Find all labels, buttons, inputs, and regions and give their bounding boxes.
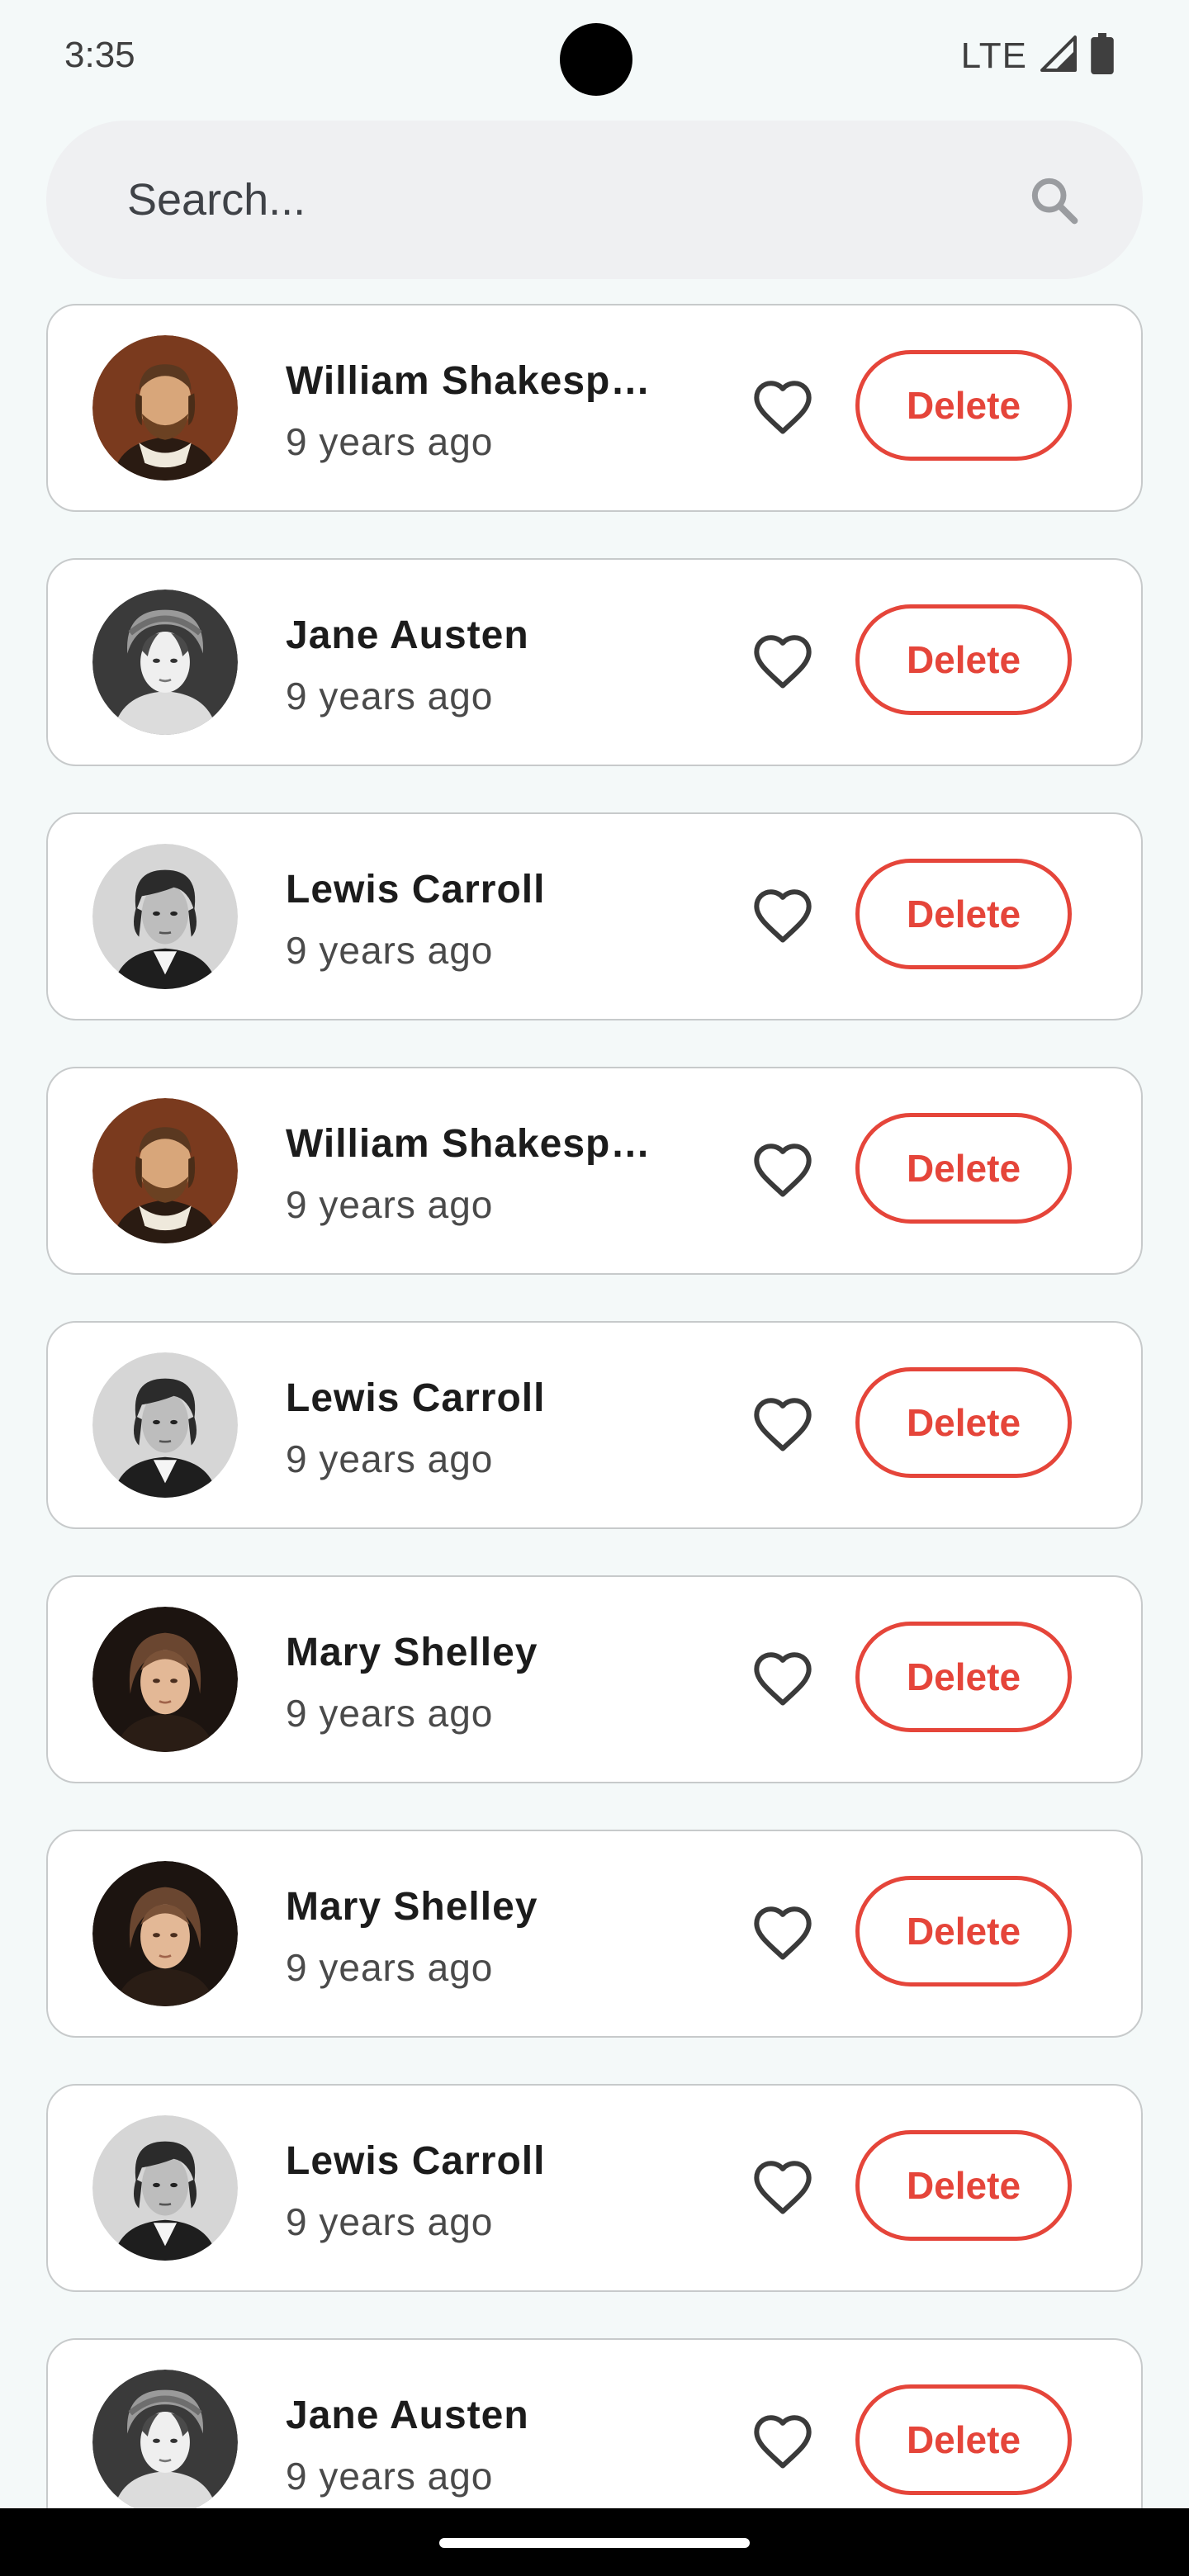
timestamp: 9 years ago <box>286 1692 494 1735</box>
author-card[interactable]: Jane Austen 9 years ago Delete <box>46 558 1143 766</box>
author-name: Mary Shelley <box>286 1631 538 1674</box>
author-card[interactable]: Mary Shelley 9 years ago Delete <box>46 1830 1143 2038</box>
author-name: Lewis Carroll <box>286 2139 546 2183</box>
search-input[interactable] <box>127 121 953 279</box>
timestamp: 9 years ago <box>286 2200 494 2243</box>
delete-button[interactable]: Delete <box>855 1876 1072 1986</box>
avatar <box>92 1352 238 1498</box>
avatar <box>92 590 238 735</box>
heart-icon[interactable] <box>751 2411 814 2474</box>
status-icons: LTE <box>961 33 1115 78</box>
heart-icon[interactable] <box>751 1139 814 1202</box>
heart-icon[interactable] <box>751 2157 814 2219</box>
avatar <box>92 1861 238 2006</box>
heart-icon[interactable] <box>751 1394 814 1456</box>
search-bar[interactable] <box>46 121 1143 279</box>
author-card[interactable]: William Shakespe… 9 years ago Delete <box>46 1067 1143 1275</box>
author-name: Lewis Carroll <box>286 1376 546 1420</box>
avatar <box>92 335 238 481</box>
author-name: Mary Shelley <box>286 1885 538 1929</box>
author-card[interactable]: Mary Shelley 9 years ago Delete <box>46 1575 1143 1783</box>
delete-button[interactable]: Delete <box>855 350 1072 461</box>
heart-icon[interactable] <box>751 376 814 439</box>
author-card[interactable]: Lewis Carroll 9 years ago Delete <box>46 812 1143 1020</box>
author-card[interactable]: Lewis Carroll 9 years ago Delete <box>46 1321 1143 1529</box>
timestamp: 9 years ago <box>286 1946 494 1989</box>
avatar <box>92 1098 238 1243</box>
status-time: 3:35 <box>64 35 135 75</box>
author-list[interactable]: William Shakespe… 9 years ago Delete Jane A… <box>46 304 1143 2508</box>
battery-icon <box>1090 33 1115 78</box>
avatar <box>92 1607 238 1752</box>
network-label: LTE <box>960 35 1027 76</box>
timestamp: 9 years ago <box>286 2455 494 2498</box>
home-gesture-handle[interactable] <box>439 2538 750 2548</box>
camera-cutout <box>560 23 632 96</box>
heart-icon[interactable] <box>751 631 814 694</box>
author-name: Jane Austen <box>286 613 529 657</box>
navigation-bar <box>0 2508 1189 2576</box>
heart-icon[interactable] <box>751 1902 814 1965</box>
avatar <box>92 844 238 989</box>
timestamp: 9 years ago <box>286 929 494 972</box>
author-card[interactable]: William Shakespe… 9 years ago Delete <box>46 304 1143 512</box>
avatar <box>92 2370 238 2508</box>
delete-button[interactable]: Delete <box>855 2384 1072 2495</box>
author-card[interactable]: Lewis Carroll 9 years ago Delete <box>46 2084 1143 2292</box>
heart-icon[interactable] <box>751 885 814 948</box>
timestamp: 9 years ago <box>286 1437 494 1480</box>
search-icon[interactable] <box>1027 173 1080 226</box>
author-name: Jane Austen <box>286 2394 529 2437</box>
author-name: William Shakespe… <box>286 359 666 403</box>
author-name: William Shakespe… <box>286 1122 666 1166</box>
delete-button[interactable]: Delete <box>855 859 1072 969</box>
avatar <box>92 2115 238 2261</box>
heart-icon[interactable] <box>751 1648 814 1711</box>
timestamp: 9 years ago <box>286 420 494 463</box>
author-card[interactable]: Jane Austen 9 years ago Delete <box>46 2338 1143 2508</box>
delete-button[interactable]: Delete <box>855 604 1072 715</box>
delete-button[interactable]: Delete <box>855 1622 1072 1732</box>
delete-button[interactable]: Delete <box>855 1113 1072 1224</box>
timestamp: 9 years ago <box>286 675 494 717</box>
timestamp: 9 years ago <box>286 1183 494 1226</box>
signal-icon <box>1039 34 1078 78</box>
author-name: Lewis Carroll <box>286 868 546 912</box>
status-bar: 3:35 LTE <box>0 0 1189 116</box>
delete-button[interactable]: Delete <box>855 1367 1072 1478</box>
delete-button[interactable]: Delete <box>855 2130 1072 2241</box>
